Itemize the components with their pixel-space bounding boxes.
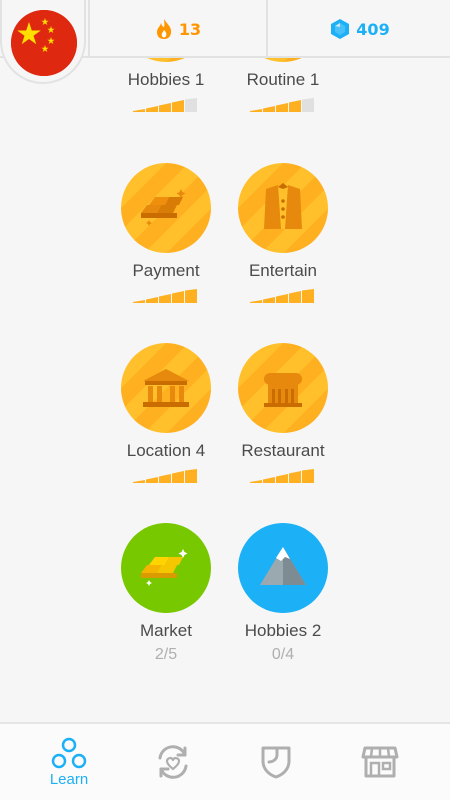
skill-name: Payment: [132, 261, 200, 280]
nav-practice[interactable]: [123, 724, 223, 800]
nav-leagues[interactable]: [226, 724, 326, 800]
skill-strength-bars: [133, 98, 199, 112]
gems-counter[interactable]: 409: [270, 0, 450, 58]
nav-learn-label: Learn: [49, 770, 89, 788]
skill-restaurant[interactable]: Restaurant: [224, 343, 342, 483]
tuxedo-icon: [264, 183, 302, 229]
gems-count: 409: [356, 19, 390, 39]
skill-progress: 2/5: [154, 646, 178, 663]
skill-name: Hobbies 2: [244, 621, 322, 640]
skill-strength-bars: [133, 469, 199, 483]
bank-building-icon: [143, 369, 189, 407]
gem-icon: [331, 19, 350, 39]
skill-name: Location 4: [126, 441, 206, 460]
skill-hobbies-2[interactable]: Hobbies 2 0/4: [224, 523, 342, 664]
streak-counter[interactable]: 13: [88, 0, 268, 58]
skill-progress: 0/4: [271, 646, 295, 663]
skill-strength-bars: [250, 469, 316, 483]
skill-market[interactable]: Market 2/5: [107, 523, 225, 664]
gold-bars-icon: [141, 549, 188, 586]
skill-circle: [238, 523, 328, 613]
skill-name: Market: [140, 621, 192, 640]
streak-count: 13: [178, 19, 202, 39]
skill-circle: [238, 163, 328, 253]
course-selector[interactable]: [0, 0, 86, 84]
skill-name: Routine 1: [246, 70, 320, 89]
skill-strength-bars: [250, 98, 316, 112]
skill-strength-bars: [250, 289, 316, 303]
skill-circle: [121, 343, 211, 433]
bottom-nav: Learn: [0, 722, 450, 800]
shop-icon: [361, 746, 399, 778]
nav-learn[interactable]: Learn: [19, 724, 119, 800]
shield-icon: [261, 746, 291, 779]
skill-name: Restaurant: [241, 441, 325, 460]
nav-shop[interactable]: [330, 724, 430, 800]
mountain-icon: [260, 547, 306, 585]
restaurant-building-icon: [264, 373, 302, 407]
skill-payment[interactable]: Payment: [107, 163, 225, 303]
skill-name: Entertain: [248, 261, 318, 280]
skill-circle: [121, 163, 211, 253]
skill-location-4[interactable]: Location 4: [107, 343, 225, 483]
skill-name: Hobbies 1: [127, 70, 205, 89]
skill-circle: [121, 523, 211, 613]
skill-circle: [238, 343, 328, 433]
flame-icon: [156, 19, 171, 39]
gold-bars-icon: [141, 189, 186, 226]
china-flag-icon: [11, 10, 77, 76]
practice-heart-icon: [158, 745, 188, 779]
skill-strength-bars: [133, 289, 199, 303]
skill-entertain[interactable]: Entertain: [224, 163, 342, 303]
learn-icon: [51, 737, 87, 768]
